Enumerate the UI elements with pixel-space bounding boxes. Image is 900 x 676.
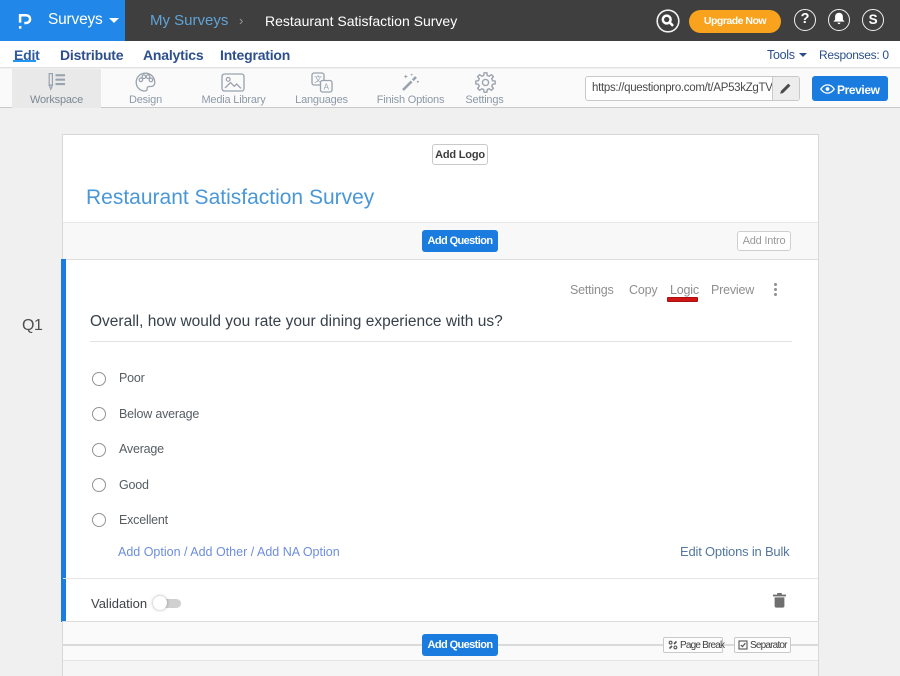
svg-text:A: A	[324, 82, 330, 91]
